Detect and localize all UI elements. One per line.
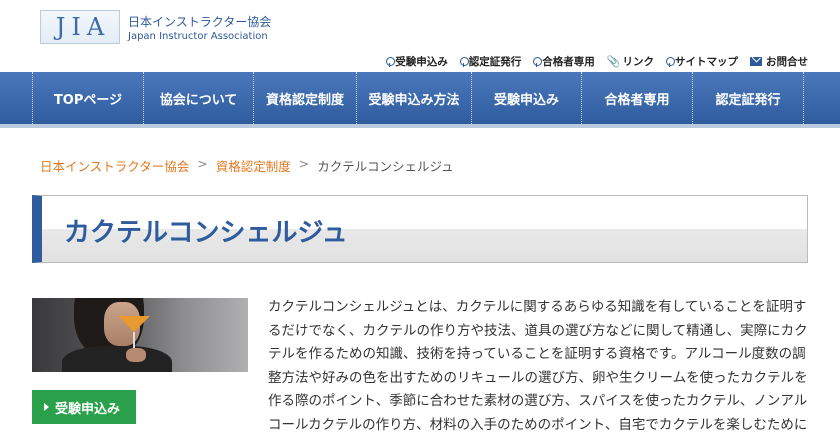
cocktail-photo (32, 298, 248, 372)
mail-icon (750, 57, 762, 66)
util-link-label: サイトマップ (675, 56, 738, 68)
util-link-contact[interactable]: お問合せ (750, 54, 808, 69)
util-link-passers[interactable]: 合格者専用 (533, 54, 595, 69)
description-text: カクテルコンシェルジュとは、カクテルに関するあらゆる知識を有していることを証明す… (268, 299, 808, 433)
nav-item-about[interactable]: 協会について (143, 72, 253, 124)
nav-item-how-to-apply[interactable]: 受験申込み方法 (356, 72, 471, 124)
util-link-label: 合格者専用 (542, 56, 595, 68)
org-name-ja: 日本インストラクター協会 (128, 15, 272, 29)
util-link-sitemap[interactable]: サイトマップ (666, 54, 738, 69)
pin-icon (666, 56, 675, 67)
util-link-label: 認定証発行 (468, 56, 522, 68)
org-name-en: Japan Instructor Association (128, 31, 268, 42)
pin-icon (386, 56, 396, 67)
nav-item-passers[interactable]: 合格者専用 (581, 72, 692, 124)
util-link-links[interactable]: 📎 リンク (607, 54, 654, 69)
nav-item-apply[interactable]: 受験申込み (471, 72, 581, 124)
paperclip-icon: 📎 (606, 55, 621, 68)
util-link-apply[interactable]: 受験申込み (386, 54, 448, 69)
utility-links: 受験申込み 認定証発行 合格者専用 📎 リンク サイトマップ お問合せ (386, 54, 808, 69)
pin-icon (459, 56, 469, 67)
nav-item-top[interactable]: TOPページ (32, 72, 143, 124)
breadcrumb: 日本インストラクター協会 > 資格認定制度 > カクテルコンシェルジュ (40, 156, 454, 175)
logo-text: JIA (55, 13, 111, 41)
pin-icon (533, 56, 543, 67)
arrow-right-icon (44, 403, 49, 411)
util-link-label: お問合せ (766, 56, 808, 68)
util-link-label: 受験申込み (395, 56, 448, 68)
apply-button[interactable]: 受験申込み (32, 390, 136, 424)
breadcrumb-current: カクテルコンシェルジュ (317, 159, 454, 174)
page-title-box: カクテルコンシェルジュ (32, 195, 808, 263)
nav-item-certificate[interactable]: 認定証発行 (692, 72, 804, 124)
main-nav: TOPページ 協会について 資格認定制度 受験申込み方法 受験申込み 合格者専用… (0, 72, 840, 128)
breadcrumb-parent[interactable]: 資格認定制度 (216, 156, 291, 175)
breadcrumb-separator: > (197, 156, 208, 171)
nav-item-certification[interactable]: 資格認定制度 (253, 72, 356, 124)
apply-button-label: 受験申込み (55, 401, 121, 417)
logo[interactable]: JIA (40, 10, 120, 44)
page-title: カクテルコンシェルジュ (64, 218, 348, 248)
breadcrumb-home[interactable]: 日本インストラクター協会 (40, 156, 189, 175)
util-link-certificate[interactable]: 認定証発行 (459, 54, 522, 69)
util-link-label: リンク (622, 56, 655, 68)
breadcrumb-separator: > (298, 156, 310, 171)
